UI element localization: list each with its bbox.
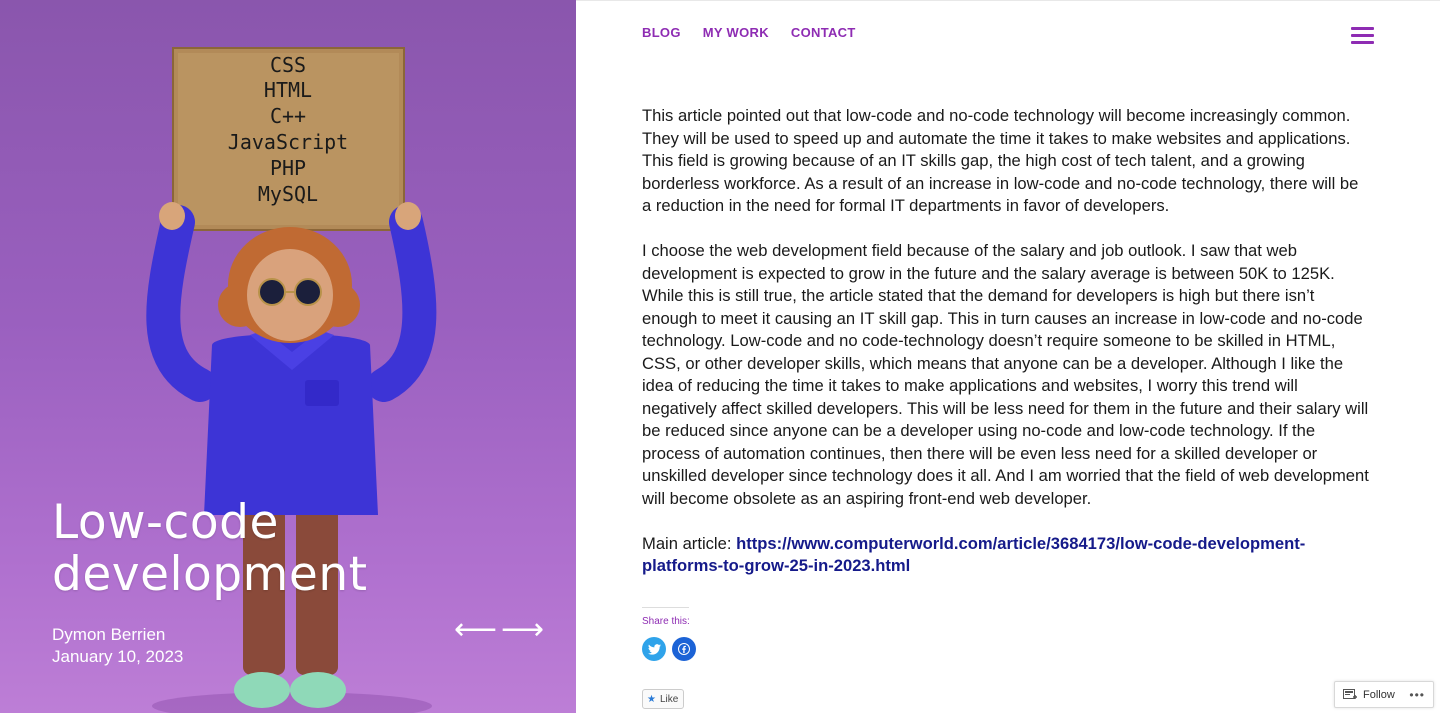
share-label: Share this:	[642, 616, 690, 627]
post-date[interactable]: January 10, 2023	[52, 646, 183, 668]
main-article-label: Main article:	[642, 533, 737, 553]
follow-bar: Follow •••	[1334, 681, 1434, 708]
sign-line: C++	[270, 104, 306, 128]
main-article-line: Main article: https://www.computerworld.…	[642, 533, 1372, 578]
nav-item-blog[interactable]: BLOG	[642, 25, 681, 40]
sign-line: MySQL	[258, 182, 318, 206]
share-section: Share this:	[642, 607, 696, 661]
post-paragraph: This article pointed out that low-code a…	[642, 106, 1359, 215]
hero-panel: CSS HTML C++ JavaScript PHP MySQL Low-co…	[0, 0, 576, 713]
follow-button[interactable]: Follow	[1343, 688, 1395, 701]
sign-line: PHP	[270, 156, 306, 180]
share-buttons	[642, 637, 696, 661]
share-divider	[642, 607, 689, 608]
twitter-icon[interactable]	[642, 637, 666, 661]
hamburger-icon[interactable]	[1351, 27, 1374, 45]
like-button[interactable]: ★ Like	[642, 689, 684, 709]
post-body: This article pointed out that low-code a…	[642, 105, 1372, 600]
main-article-link[interactable]: https://www.computerworld.com/article/36…	[642, 534, 1305, 576]
hero-illustration: CSS HTML C++ JavaScript PHP MySQL	[146, 47, 437, 713]
sign-line: JavaScript	[228, 130, 348, 154]
post-author[interactable]: Dymon Berrien	[52, 624, 183, 646]
sign-line: HTML	[264, 78, 312, 102]
star-icon: ★	[647, 693, 656, 705]
more-options-icon[interactable]: •••	[1409, 688, 1425, 702]
post-meta: Dymon Berrien January 10, 2023	[52, 624, 183, 668]
sign-line: CSS	[270, 53, 306, 77]
prev-post-arrow-icon[interactable]: ⟵	[454, 615, 497, 645]
post-navigation: ⟵ ⟶	[454, 615, 544, 645]
next-post-arrow-icon[interactable]: ⟶	[501, 615, 544, 645]
main-content: BLOG MY WORK CONTACT This article pointe…	[576, 0, 1440, 713]
facebook-icon[interactable]	[672, 637, 696, 661]
like-label: Like	[659, 693, 679, 705]
post-title: Low-code development	[52, 495, 368, 602]
post-paragraph: I choose the web development field becau…	[642, 241, 1369, 508]
top-navigation: BLOG MY WORK CONTACT	[642, 25, 856, 40]
follow-label: Follow	[1363, 688, 1395, 701]
follow-icon	[1343, 688, 1357, 699]
nav-item-contact[interactable]: CONTACT	[791, 25, 856, 40]
nav-item-my-work[interactable]: MY WORK	[703, 25, 769, 40]
